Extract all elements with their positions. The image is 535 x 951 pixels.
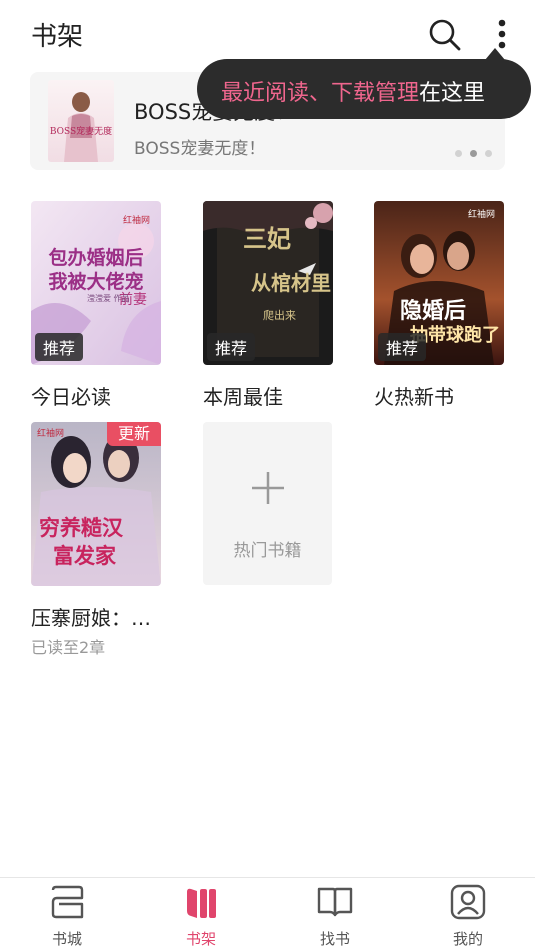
book-cover[interactable]: 三妃 从棺材里 爬出来 推荐	[203, 201, 333, 365]
banner-book-cover[interactable]: BOSS宠妻无度	[48, 80, 114, 162]
pagination-dot-active	[470, 150, 477, 157]
cover-publisher: 红袖网	[37, 429, 65, 439]
cover-publisher: 红袖网	[468, 210, 496, 220]
guide-tooltip[interactable]: 最近阅读、下载管理在这里	[197, 59, 531, 119]
open-book-icon	[317, 884, 353, 920]
cover-title-line: 三妃	[243, 224, 291, 253]
book-title: 火热新书	[374, 385, 454, 409]
tooltip-text: 最近阅读、下载管理在这里	[221, 75, 485, 107]
book-title: 今日必读	[31, 385, 111, 409]
bookstore-icon	[49, 884, 85, 920]
bottom-tab-bar: 书城 书架 找书 我的	[0, 877, 535, 951]
tooltip-highlight: 最近阅读、下载管理	[221, 81, 420, 106]
book-title: 压寨厨娘：…	[31, 606, 151, 630]
book-item[interactable]: 红袖网 隐婚后 抽带球跑了 推荐 火热新书	[374, 201, 504, 411]
plus-icon	[250, 470, 286, 506]
recommend-tag: 推荐	[378, 333, 427, 361]
banner-pagination	[455, 150, 492, 158]
tab-bookshelf[interactable]: 书架	[134, 878, 268, 951]
recommend-tag: 推荐	[207, 333, 256, 361]
cover-publisher: 红袖网	[123, 216, 151, 226]
pagination-dot	[455, 150, 462, 157]
pagination-dot	[485, 150, 492, 157]
tab-label: 我的	[452, 930, 483, 948]
book-cover[interactable]: 红袖网 隐婚后 抽带球跑了 推荐	[374, 201, 504, 365]
add-card-label: 热门书籍	[233, 541, 302, 561]
add-book-card[interactable]: 热门书籍	[203, 422, 332, 585]
book-item[interactable]: 红袖网 穷养糙汉 富发家 更新 压寨厨娘：… 已读至2章	[31, 422, 161, 662]
book-cover[interactable]: 红袖网 包办婚姻后 我被大佬宠 前妻 滢滢爱 作品 推荐	[31, 201, 161, 365]
book-title: 本周最佳	[203, 385, 283, 409]
book-item[interactable]: 红袖网 包办婚姻后 我被大佬宠 前妻 滢滢爱 作品 推荐 今日必读	[31, 201, 161, 411]
page-title: 书架	[31, 22, 84, 52]
profile-icon	[450, 884, 486, 920]
cover-title-line: 包办婚姻后	[48, 247, 144, 269]
cover-title-line: 爬出来	[263, 309, 296, 322]
cover-title-line: 富发家	[53, 543, 116, 568]
update-badge: 更新	[107, 422, 161, 446]
tab-profile[interactable]: 我的	[401, 878, 535, 951]
search-icon[interactable]	[428, 18, 462, 52]
tab-label: 找书	[319, 930, 350, 948]
cover-title-line: 从棺材里	[251, 271, 331, 295]
cover-author: 滢滢爱 作品	[87, 294, 130, 303]
tooltip-rest: 在这里	[419, 81, 486, 106]
more-vertical-icon[interactable]	[488, 18, 516, 52]
book-item[interactable]: 三妃 从棺材里 爬出来 推荐 本周最佳	[203, 201, 333, 411]
tab-label: 书城	[51, 930, 82, 948]
banner-description: BOSS宠妻无度！	[134, 139, 266, 159]
tab-find-book[interactable]: 找书	[268, 878, 402, 951]
book-cover[interactable]: 红袖网 穷养糙汉 富发家 更新	[31, 422, 161, 586]
tab-bookstore[interactable]: 书城	[0, 878, 134, 951]
reading-progress: 已读至2章	[31, 638, 106, 657]
tab-label: 书架	[185, 930, 216, 948]
recommend-tag: 推荐	[35, 333, 84, 361]
banner-cover-text: BOSS宠妻无度	[49, 127, 113, 137]
cover-title-line: 穷养糙汉	[39, 515, 123, 540]
bookshelf-icon	[183, 884, 219, 920]
